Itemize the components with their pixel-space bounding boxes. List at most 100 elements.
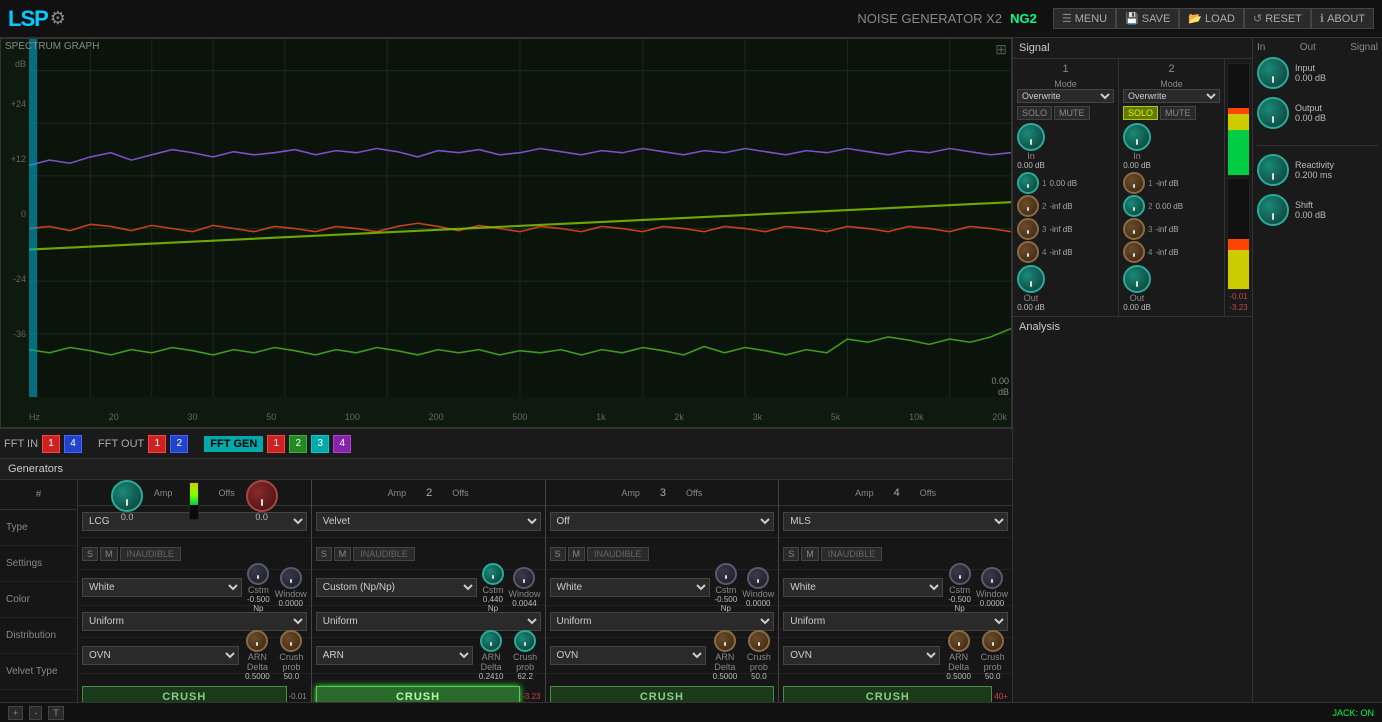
gen-ch2-window-knob[interactable] [513, 567, 535, 589]
gen-ch2-type-select[interactable]: Velvet [316, 512, 541, 531]
gen-ch3-cstm-knob[interactable] [715, 563, 737, 585]
remove-gen-button[interactable]: - [29, 706, 42, 720]
spectrum-maximize-icon[interactable]: ⊞ [995, 41, 1007, 58]
fft-out-btn-2[interactable]: 2 [170, 435, 188, 453]
fft-gen-btn-3[interactable]: 3 [311, 435, 329, 453]
gen-ch1-offs-knob[interactable] [246, 480, 278, 512]
reactivity-knob[interactable] [1257, 154, 1289, 186]
signal-ch2-in4-knob[interactable] [1123, 241, 1145, 263]
gen-ch4-arndelta-knob[interactable] [948, 630, 970, 652]
signal-ch1-mode-select[interactable]: Overwrite [1017, 89, 1114, 103]
menu-button[interactable]: ☰ MENU [1053, 8, 1116, 29]
gen-ch1-inaudible-button[interactable]: INAUDIBLE [120, 547, 182, 561]
gen-ch1-dist-select[interactable]: Uniform [82, 612, 307, 631]
signal-ch2-mode-select[interactable]: Overwrite [1123, 89, 1220, 103]
fft-gen-btn-4[interactable]: 4 [333, 435, 351, 453]
gen-ch1-m-button[interactable]: M [100, 547, 118, 561]
gen-ch2-crushprob-knob[interactable] [514, 630, 536, 652]
hz-label-5k: 5k [831, 412, 841, 422]
left-panel: SPECTRUM GRAPH ⊞ dB +24 +12 0 -24 -36 [0, 38, 1012, 722]
gen-ch1-cstm-knob[interactable] [247, 563, 269, 585]
fft-gen-btn-1[interactable]: 1 [267, 435, 285, 453]
gen-ch2-m-button[interactable]: M [334, 547, 352, 561]
signal-ch1-in2-knob[interactable] [1017, 195, 1039, 217]
gen-ch2-inaudible-button[interactable]: INAUDIBLE [353, 547, 415, 561]
signal-ch1-in1-knob[interactable] [1017, 172, 1039, 194]
fft-gen-btn-2[interactable]: 2 [289, 435, 307, 453]
add-gen-button[interactable]: + [8, 706, 23, 720]
gen-ch3-velvet-select[interactable]: OVN [550, 646, 707, 665]
gen-ch4-window-label: Window [976, 589, 1008, 599]
save-button[interactable]: 💾 SAVE [1116, 8, 1179, 29]
signal-ch1-in-knob[interactable] [1017, 123, 1045, 151]
hz-label-3k: 3k [753, 412, 763, 422]
gen-ch4-window-knob[interactable] [981, 567, 1003, 589]
gen-ch4-cstm-knob[interactable] [949, 563, 971, 585]
gen-ch3-type-select[interactable]: Off [550, 512, 775, 531]
gen-ch4-color-select[interactable]: White [783, 578, 943, 597]
load-button[interactable]: 📂 LOAD [1179, 8, 1244, 29]
gen-ch4-dist-select[interactable]: Uniform [783, 612, 1008, 631]
gen-ch3-color-select[interactable]: White [550, 578, 710, 597]
gen-ch4-inaudible-button[interactable]: INAUDIBLE [821, 547, 883, 561]
gen-ch1-color-select[interactable]: White [82, 578, 242, 597]
signal-ch2-in-knob[interactable] [1123, 123, 1151, 151]
text-button[interactable]: T [48, 706, 64, 720]
gen-ch1-window-knob[interactable] [280, 567, 302, 589]
gen-ch3-s-button[interactable]: S [550, 547, 566, 561]
gen-ch4-m-button[interactable]: M [801, 547, 819, 561]
fft-in-btn-4[interactable]: 4 [64, 435, 82, 453]
input-label: Input [1295, 63, 1315, 73]
fft-in-btn-1[interactable]: 1 [42, 435, 60, 453]
gen-ch4-s-button[interactable]: S [783, 547, 799, 561]
gen-ch4-crushprob-knob[interactable] [982, 630, 1004, 652]
gen-ch1-s-button[interactable]: S [82, 547, 98, 561]
signal-ch1-in3-knob[interactable] [1017, 218, 1039, 240]
signal-ch1-mute-button[interactable]: MUTE [1054, 106, 1090, 120]
gen-ch1-window-container: Window 0.0000 [275, 567, 307, 608]
gen-ch2-num: 2 [426, 487, 432, 499]
gen-ch2-velvet-select[interactable]: ARN [316, 646, 473, 665]
gen-ch1-velvet-select[interactable]: OVN [82, 646, 239, 665]
about-button[interactable]: ℹ ABOUT [1311, 8, 1374, 29]
gen-ch1-velvet-row: OVN ARN Delta 0.5000 Crush prob 50.0 [78, 638, 311, 674]
signal-ch1-out-knob[interactable] [1017, 265, 1045, 293]
gen-ch3-inaudible-button[interactable]: INAUDIBLE [587, 547, 649, 561]
gen-ch3-arndelta-knob[interactable] [714, 630, 736, 652]
signal-ch1-in2-value: -inf dB [1049, 202, 1072, 211]
gen-ch2-dist-select[interactable]: Uniform [316, 612, 541, 631]
input-knob[interactable] [1257, 57, 1289, 89]
gen-ch3-crushprob-knob[interactable] [748, 630, 770, 652]
reset-button[interactable]: ↺ RESET [1244, 8, 1311, 29]
gen-ch3-window-knob[interactable] [747, 567, 769, 589]
gen-ch1-amp-knob[interactable] [111, 480, 143, 512]
signal-ch2-out-knob[interactable] [1123, 265, 1151, 293]
signal-ch2-in3-knob[interactable] [1123, 218, 1145, 240]
signal-ch1-in2-row: 2 -inf dB [1017, 195, 1114, 217]
spectrum-graph [29, 39, 1011, 397]
gen-ch2-db-readout: -3.23 [522, 692, 540, 701]
analysis-section: Analysis [1013, 317, 1252, 722]
hz-label-100: 100 [345, 412, 360, 422]
signal-ch1-in4-knob[interactable] [1017, 241, 1039, 263]
output-knob[interactable] [1257, 97, 1289, 129]
gen-ch3-m-button[interactable]: M [568, 547, 586, 561]
signal-ch2-solo-button[interactable]: SOLO [1123, 106, 1158, 120]
signal-ch1-solo-button[interactable]: SOLO [1017, 106, 1052, 120]
gen-ch4-type-select[interactable]: MLS [783, 512, 1008, 531]
gen-ch2-color-select[interactable]: Custom (Np/Np) [316, 578, 478, 597]
shift-knob[interactable] [1257, 194, 1289, 226]
gen-ch2-color-row: Custom (Np/Np) Cstm 0.440 Np Window 0.00… [312, 570, 545, 606]
gen-ch1-arndelta-knob[interactable] [246, 630, 268, 652]
signal-ch2-in2-knob[interactable] [1123, 195, 1145, 217]
signal-ch1-in1-row: 1 0.00 dB [1017, 172, 1114, 194]
gen-ch2-cstm-knob[interactable] [482, 563, 504, 585]
gen-ch2-s-button[interactable]: S [316, 547, 332, 561]
gen-ch1-crushprob-knob[interactable] [280, 630, 302, 652]
gen-ch2-arndelta-knob[interactable] [480, 630, 502, 652]
gen-ch3-dist-select[interactable]: Uniform [550, 612, 775, 631]
signal-ch2-in1-knob[interactable] [1123, 172, 1145, 194]
gen-ch4-velvet-select[interactable]: OVN [783, 646, 940, 665]
fft-out-btn-1[interactable]: 1 [148, 435, 166, 453]
signal-ch2-mute-button[interactable]: MUTE [1160, 106, 1196, 120]
